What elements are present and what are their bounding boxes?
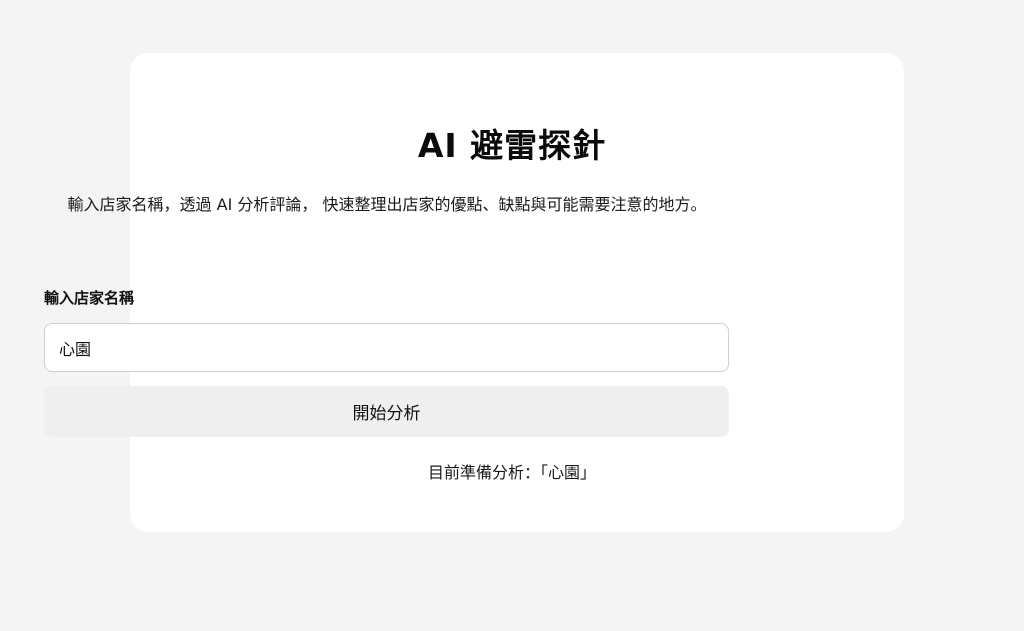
analysis-status-text: 目前準備分析：「心園」 [427,463,596,482]
store-name-label: 輸入店家名稱 [44,289,135,307]
start-analysis-button[interactable]: 開始分析 [44,386,729,437]
page-description: 輸入店家名稱，透過 AI 分析評論， 快速整理出店家的優點、缺點與可能需要注意的… [67,195,707,214]
store-name-input[interactable] [44,323,729,372]
page-title: AI 避雷探針 [417,126,607,165]
